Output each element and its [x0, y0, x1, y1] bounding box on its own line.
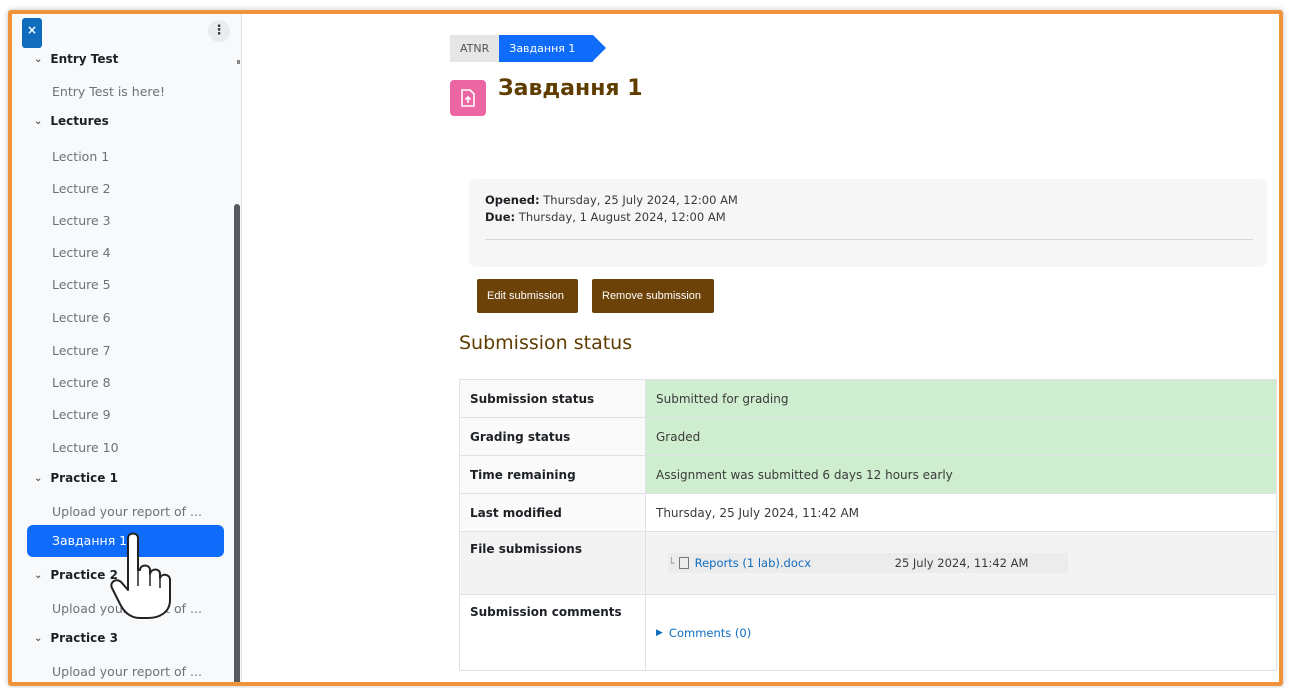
table-row: Grading status Graded	[459, 417, 1277, 456]
assignment-upload-icon	[450, 80, 486, 116]
chevron-down-icon: ⌄	[34, 632, 43, 644]
section-practice-3[interactable]: ⌄ Practice 3	[34, 627, 118, 649]
submission-status-heading: Submission status	[459, 332, 633, 354]
main-content: ATNR Завдання 1 Завдання 1 Opened: Thurs…	[244, 14, 1279, 682]
sidebar-item-lecture-2[interactable]: Lecture 2	[52, 181, 111, 196]
chevron-down-icon: ⌄	[34, 472, 43, 484]
breadcrumb-course[interactable]: ATNR	[450, 35, 500, 62]
more-options-button[interactable]: ⋮	[208, 20, 230, 42]
submission-status-table: Submission status Submitted for grading …	[459, 379, 1277, 671]
row-label: Time remaining	[459, 455, 646, 494]
section-label: Practice 3	[50, 631, 118, 645]
row-value: Graded	[645, 417, 1277, 456]
screenshot-frame: × ⋮ ⌄ Entry Test Entry Test is here! ⌄ L…	[8, 10, 1283, 686]
chevron-down-icon: ⌄	[34, 53, 43, 65]
page-title: Завдання 1	[498, 76, 643, 101]
remove-submission-button[interactable]: Remove submission	[592, 279, 714, 313]
table-row: Time remaining Assignment was submitted …	[459, 455, 1277, 494]
sidebar-item-lecture-7[interactable]: Lecture 7	[52, 343, 111, 358]
sidebar-item-lecture-10[interactable]: Lecture 10	[52, 440, 119, 455]
edit-submission-button[interactable]: Edit submission	[477, 279, 578, 313]
caret-right-icon: ▶	[656, 627, 663, 638]
row-label: Submission status	[459, 379, 646, 418]
chevron-down-icon: ⌄	[34, 569, 43, 581]
section-label: Practice 1	[50, 471, 118, 485]
sidebar-item-lecture-8[interactable]: Lecture 8	[52, 375, 111, 390]
scroll-up-marker	[237, 60, 240, 64]
row-value: Thursday, 25 July 2024, 11:42 AM	[645, 493, 1277, 532]
section-label: Lectures	[50, 114, 109, 128]
row-label: Grading status	[459, 417, 646, 456]
sidebar-item-upload-report-3[interactable]: Upload your report of ...	[52, 664, 202, 679]
activity-dates: Opened: Thursday, 25 July 2024, 12:00 AM…	[469, 179, 1267, 267]
file-date: 25 July 2024, 11:42 AM	[894, 556, 1029, 570]
table-row: File submissions └ Reports (1 lab).docx …	[459, 531, 1277, 595]
due-date: Due: Thursday, 1 August 2024, 12:00 AM	[485, 210, 1251, 224]
hand-pointer-icon	[110, 532, 171, 619]
row-label: Last modified	[459, 493, 646, 532]
breadcrumb-current[interactable]: Завдання 1	[499, 35, 607, 62]
divider	[485, 239, 1253, 240]
sidebar-item-lecture-6[interactable]: Lecture 6	[52, 310, 111, 325]
row-value: Assignment was submitted 6 days 12 hours…	[645, 455, 1277, 494]
row-value: └ Reports (1 lab).docx 25 July 2024, 11:…	[645, 531, 1277, 595]
sidebar-item-lecture-9[interactable]: Lecture 9	[52, 407, 111, 422]
section-entry-test[interactable]: ⌄ Entry Test	[34, 48, 118, 70]
close-drawer-button[interactable]: ×	[22, 18, 42, 48]
row-value: Submitted for grading	[645, 379, 1277, 418]
opened-date: Opened: Thursday, 25 July 2024, 12:00 AM	[485, 193, 1251, 207]
document-icon	[678, 557, 689, 569]
file-entry: └ Reports (1 lab).docx 25 July 2024, 11:…	[668, 553, 1068, 573]
row-label: File submissions	[459, 531, 646, 595]
due-label: Due:	[485, 210, 516, 224]
breadcrumb: ATNR Завдання 1	[450, 35, 607, 62]
opened-label: Opened:	[485, 193, 540, 207]
sidebar-item-lection-1[interactable]: Lection 1	[52, 149, 109, 164]
row-label: Submission comments	[459, 594, 646, 671]
section-lectures[interactable]: ⌄ Lectures	[34, 110, 109, 132]
section-label: Entry Test	[50, 52, 119, 66]
table-row: Submission comments ▶ Comments (0)	[459, 594, 1277, 671]
sidebar-scrollbar[interactable]	[234, 204, 240, 682]
row-value: ▶ Comments (0)	[645, 594, 1277, 671]
chevron-down-icon: ⌄	[34, 115, 43, 127]
sidebar-item-upload-report-1[interactable]: Upload your report of ...	[52, 504, 202, 519]
comments-label: Comments (0)	[668, 625, 752, 640]
section-practice-1[interactable]: ⌄ Practice 1	[34, 467, 118, 489]
sidebar-item-lecture-4[interactable]: Lecture 4	[52, 245, 111, 260]
comments-toggle[interactable]: ▶ Comments (0)	[656, 626, 1266, 640]
file-link[interactable]: Reports (1 lab).docx	[695, 556, 895, 570]
course-index-sidebar: × ⋮ ⌄ Entry Test Entry Test is here! ⌄ L…	[12, 14, 242, 682]
table-row: Submission status Submitted for grading	[459, 379, 1277, 418]
section-practice-2[interactable]: ⌄ Practice 2	[34, 564, 118, 586]
sidebar-item-lecture-5[interactable]: Lecture 5	[52, 277, 111, 292]
sidebar-item-entry-test[interactable]: Entry Test is here!	[52, 84, 165, 99]
tree-connector-icon: └	[668, 556, 675, 570]
table-row: Last modified Thursday, 25 July 2024, 11…	[459, 493, 1277, 532]
due-value: Thursday, 1 August 2024, 12:00 AM	[518, 210, 726, 224]
sidebar-item-lecture-3[interactable]: Lecture 3	[52, 213, 111, 228]
opened-value: Thursday, 25 July 2024, 12:00 AM	[543, 193, 738, 207]
